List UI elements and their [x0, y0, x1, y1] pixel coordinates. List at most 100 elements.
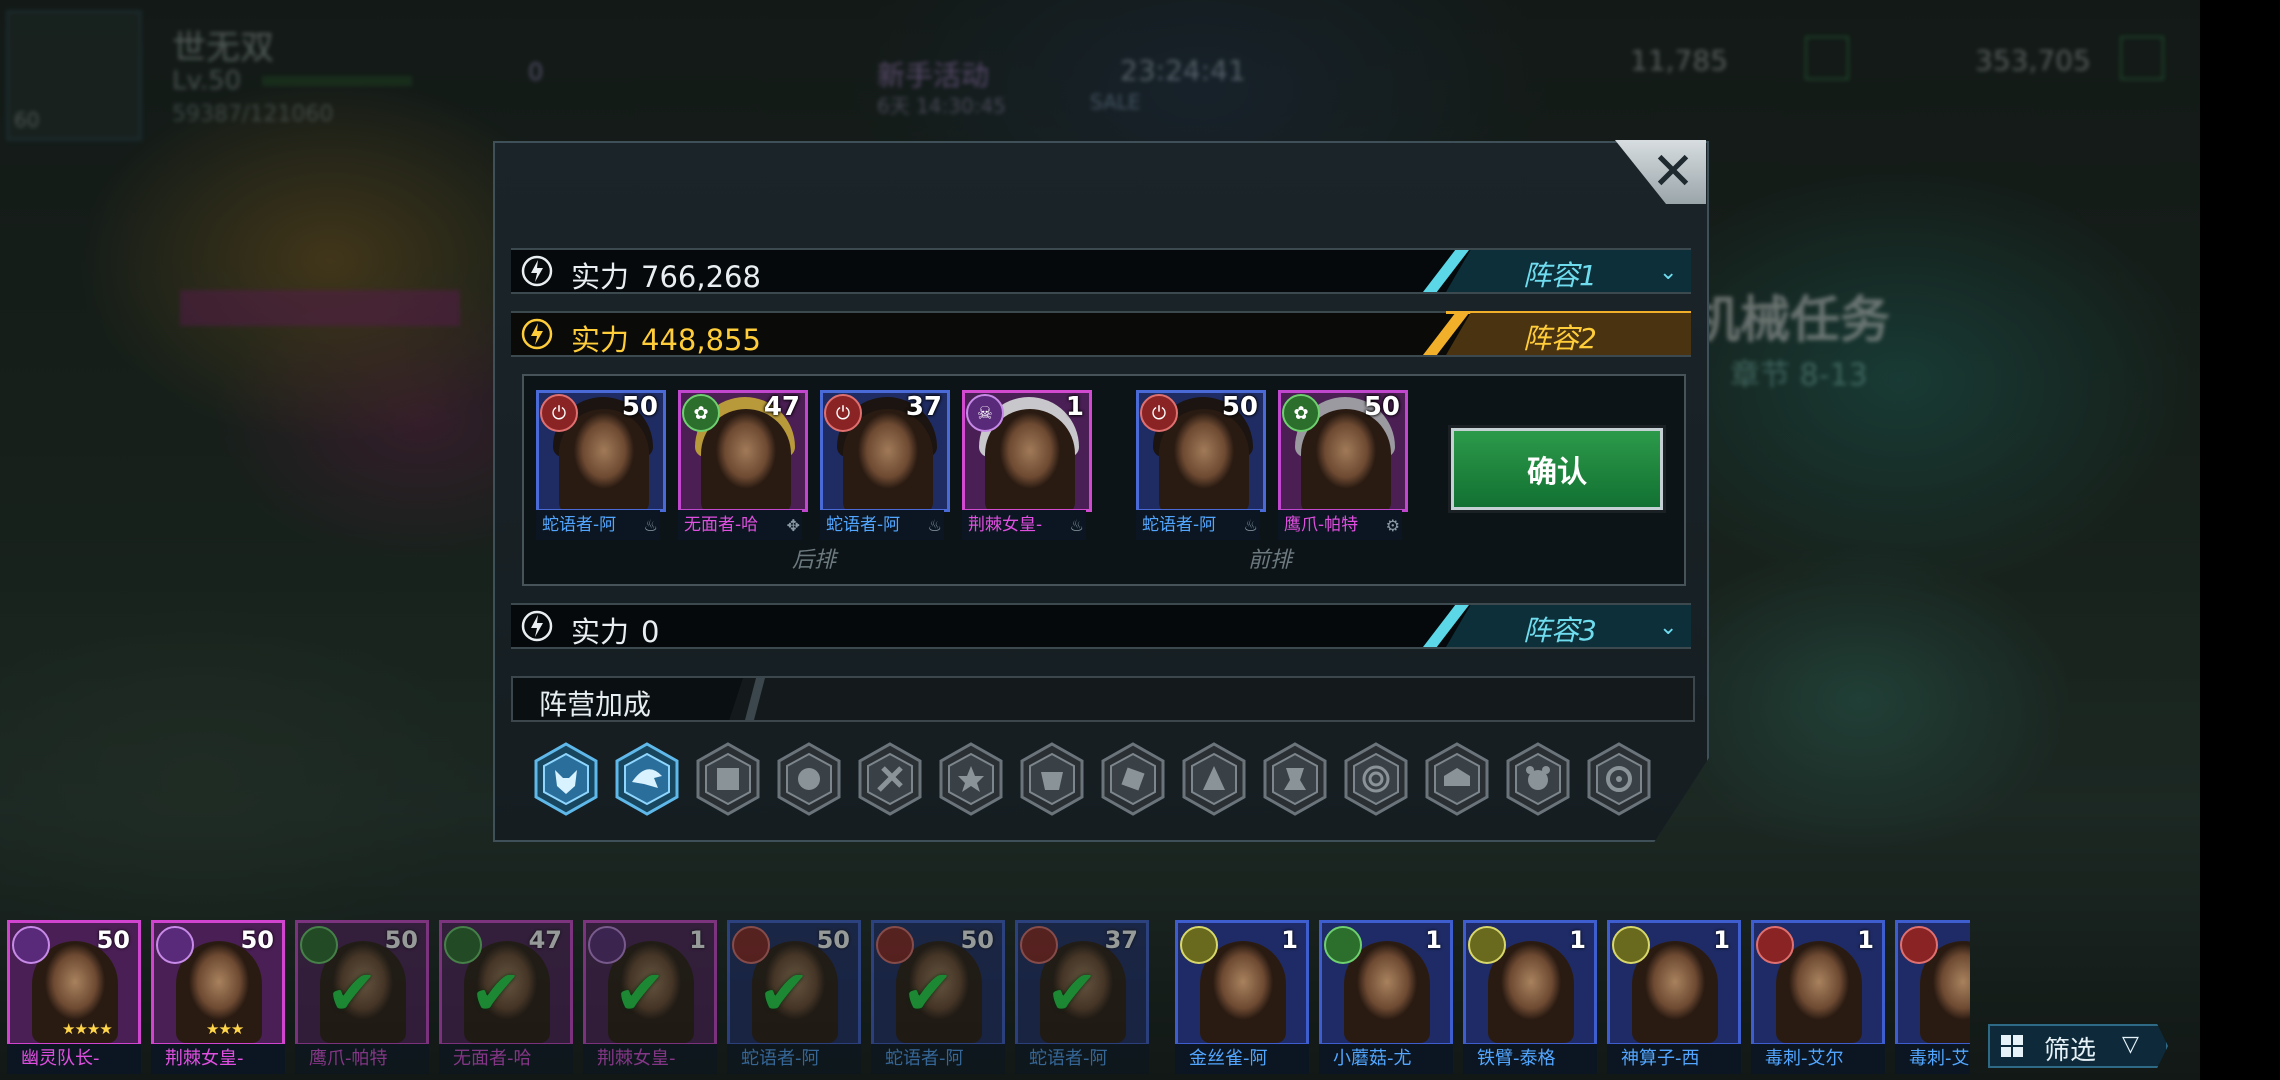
lineup-tag[interactable]: 阵容3 ⌄: [1423, 605, 1691, 647]
hero-name: 毒刺-艾: [1895, 1044, 1970, 1074]
hero-name: 幽灵队长-: [7, 1044, 141, 1074]
hero-name: 毒刺-艾尔: [1751, 1044, 1885, 1074]
faction-skull-icon: [156, 926, 194, 964]
hero-name: 蛇语者-阿: [536, 510, 660, 540]
hero-level: 37: [1104, 926, 1138, 954]
hero-name: 荆棘女皇-: [151, 1044, 285, 1074]
faction-badge-locked-icon[interactable]: [938, 742, 1004, 816]
hero-level: 1: [689, 926, 706, 954]
lineup-tag-label: 阵容3: [1523, 614, 1597, 647]
faction-bonus-bar: 阵营加成: [511, 676, 1695, 722]
chevron-down-icon: ⌄: [1659, 615, 1678, 640]
roster-card[interactable]: 50 ★★★★ 幽灵队长-: [0, 916, 141, 1080]
roster-card[interactable]: 1 ✔ 荆棘女皇-: [576, 916, 717, 1080]
faction-green-icon: ✿: [682, 394, 720, 432]
faction-badge-locked-icon[interactable]: [1505, 742, 1571, 816]
hero-level: 1: [1281, 926, 1298, 954]
close-button[interactable]: ✕: [1640, 140, 1706, 204]
hero-roster: 50 ★★★★ 幽灵队长- 50 ★★★ 荆棘女皇- 50 ✔ 鹰爪-帕特 47…: [0, 916, 1970, 1080]
hero-name: 蛇语者-阿: [1136, 510, 1260, 540]
faction-green-icon: ✿: [1282, 394, 1320, 432]
hero-name: 蛇语者-阿: [727, 1044, 861, 1074]
hero-slot[interactable]: ⏻ 50 蛇语者-阿 ♨: [1136, 390, 1266, 542]
hero-level: 50: [816, 926, 850, 954]
screen-edge: [2200, 0, 2280, 1080]
hero-slot[interactable]: ☠ 1 荆棘女皇- ♨: [962, 390, 1092, 542]
faction-badge-wolf-icon[interactable]: [533, 742, 599, 816]
hero-level: 50: [384, 926, 418, 954]
roster-card[interactable]: 1 神算子-西: [1600, 916, 1741, 1080]
hero-name: 蛇语者-阿: [871, 1044, 1005, 1074]
faction-red-icon: [1756, 926, 1794, 964]
roster-card[interactable]: 47 ✔ 无面者-哈: [432, 916, 573, 1080]
hero-level: 50: [1363, 392, 1400, 422]
flame-icon: ♨: [927, 516, 942, 535]
filter-button[interactable]: 筛选 ▽: [1988, 1024, 2168, 1068]
hero-slot[interactable]: ⏻ 37 蛇语者-阿 ♨: [820, 390, 950, 542]
checkmark-icon: ✔: [326, 956, 378, 1029]
lineup-tag[interactable]: 阵容1 ⌄: [1423, 250, 1691, 292]
star-rating: ★★★: [206, 1020, 244, 1038]
hero-name: 金丝雀-阿: [1175, 1044, 1309, 1074]
faction-badge-locked-icon[interactable]: [1262, 742, 1328, 816]
roster-card[interactable]: 50 ✔ 蛇语者-阿: [720, 916, 861, 1080]
checkmark-icon: ✔: [470, 956, 522, 1029]
back-row-label: 后排: [792, 548, 837, 573]
roster-card[interactable]: 1 金丝雀-阿: [1168, 916, 1309, 1080]
grid-icon: [2001, 1035, 2023, 1057]
roster-card[interactable]: 50 ✔ 蛇语者-阿: [864, 916, 1005, 1080]
faction-badge-locked-icon[interactable]: [1181, 742, 1247, 816]
lineup-row-3[interactable]: 实力 0 阵容3 ⌄: [511, 603, 1691, 649]
faction-skull-icon: [12, 926, 50, 964]
faction-badge-locked-icon[interactable]: [776, 742, 842, 816]
faction-badge-locked-icon[interactable]: [857, 742, 923, 816]
hero-level: 50: [96, 926, 130, 954]
roster-card[interactable]: 1 小蘑菇-尤: [1312, 916, 1453, 1080]
faction-yellow-icon: [1180, 926, 1218, 964]
checkmark-icon: ✔: [1046, 956, 1098, 1029]
faction-badge-eagle-icon[interactable]: [614, 742, 680, 816]
roster-card[interactable]: 50 ✔ 鹰爪-帕特: [288, 916, 429, 1080]
hero-slot[interactable]: ⏻ 50 蛇语者-阿 ♨: [536, 390, 666, 542]
hero-level: 47: [528, 926, 562, 954]
chevron-down-icon: ⌄: [1659, 260, 1678, 285]
hero-level: 37: [905, 392, 942, 422]
hero-level: 1: [1857, 926, 1874, 954]
lineup-tag[interactable]: 阵容2: [1423, 311, 1691, 355]
hero-level: 50: [960, 926, 994, 954]
lineup-row-1[interactable]: 实力 766,268 阵容1 ⌄: [511, 248, 1691, 294]
hero-level: 1: [1713, 926, 1730, 954]
faction-red-icon: ⏻: [540, 394, 578, 432]
roster-card[interactable]: 1 铁臂-泰格: [1456, 916, 1597, 1080]
faction-badge-locked-icon[interactable]: [1100, 742, 1166, 816]
roster-card[interactable]: 50 ★★★ 荆棘女皇-: [144, 916, 285, 1080]
faction-badge-locked-icon[interactable]: [1019, 742, 1085, 816]
hero-name: 铁臂-泰格: [1463, 1044, 1597, 1074]
power-label: 实力: [571, 323, 630, 357]
hero-name: 荆棘女皇-: [962, 510, 1086, 540]
faction-badge-locked-icon[interactable]: [1343, 742, 1409, 816]
hero-level: 50: [240, 926, 274, 954]
faction-badge-locked-icon[interactable]: [1424, 742, 1490, 816]
star-rating: ★★★★: [62, 1020, 113, 1038]
flame-icon: ♨: [1069, 516, 1084, 535]
roster-card[interactable]: 37 ✔ 蛇语者-阿: [1008, 916, 1149, 1080]
faction-red-icon: [1900, 926, 1938, 964]
triangle-down-icon: ▽: [2122, 1032, 2139, 1057]
faction-skull-icon: ☠: [966, 394, 1004, 432]
power-value: 448,855: [641, 323, 761, 357]
roster-card[interactable]: 毒刺-艾: [1888, 916, 1970, 1080]
hero-slot[interactable]: ✿ 50 鹰爪-帕特 ⚙: [1278, 390, 1408, 542]
roster-card[interactable]: 1 毒刺-艾尔: [1744, 916, 1885, 1080]
hero-slot[interactable]: ✿ 47 无面者-哈 ✥: [678, 390, 808, 542]
lineup-row-2[interactable]: 实力 448,855 阵容2: [511, 311, 1691, 357]
filter-label: 筛选: [2044, 1036, 2097, 1066]
power-icon: [521, 610, 553, 642]
flame-icon: ♨: [1243, 516, 1258, 535]
power-value: 0: [641, 615, 660, 649]
power-label: 实力: [571, 260, 630, 294]
hero-level: 47: [763, 392, 800, 422]
faction-badge-locked-icon[interactable]: [695, 742, 761, 816]
confirm-button[interactable]: 确认: [1448, 425, 1666, 513]
faction-badge-locked-icon[interactable]: [1586, 742, 1652, 816]
